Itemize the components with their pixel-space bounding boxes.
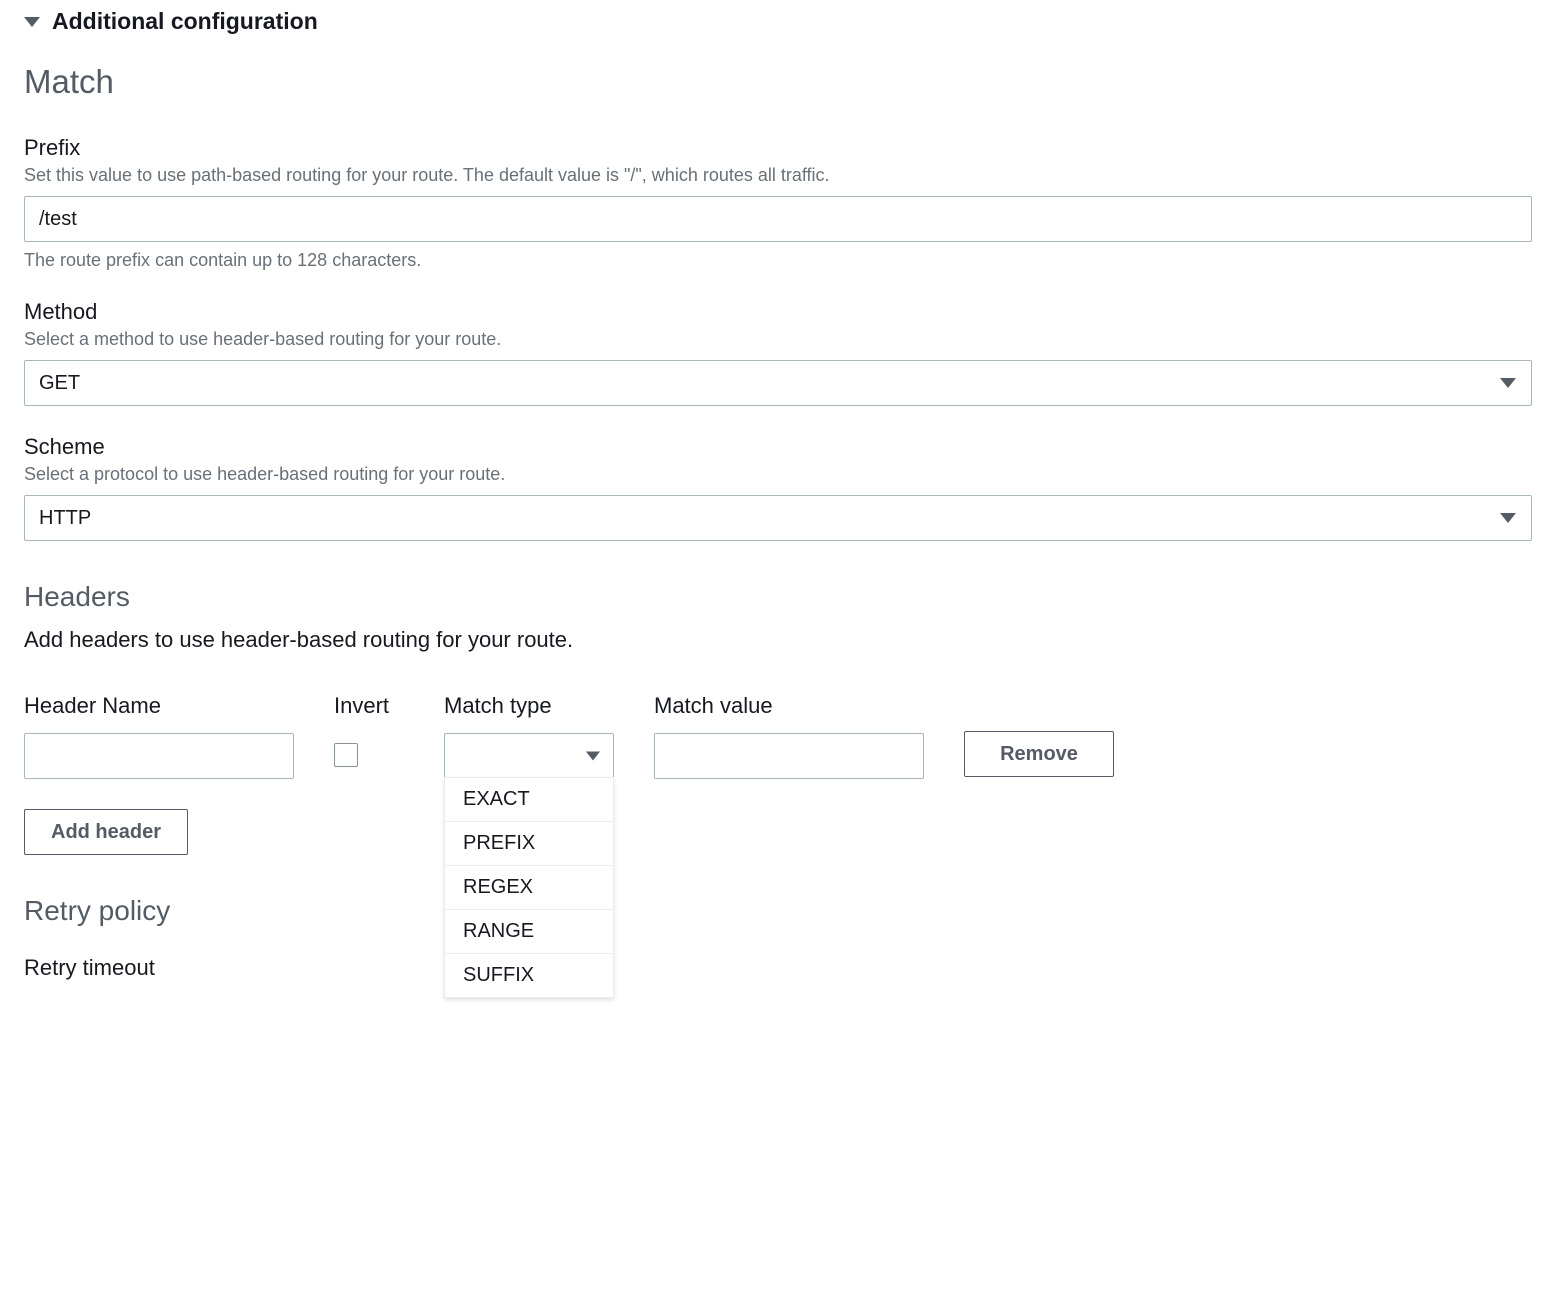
- prefix-input[interactable]: [24, 196, 1532, 242]
- method-select[interactable]: GET: [24, 360, 1532, 406]
- retry-policy-title: Retry policy: [24, 895, 1532, 927]
- add-header-button[interactable]: Add header: [24, 809, 188, 855]
- header-name-input[interactable]: [24, 733, 294, 779]
- scheme-label: Scheme: [24, 434, 1532, 460]
- scheme-select-value: HTTP: [39, 507, 91, 530]
- prefix-desc: Set this value to use path-based routing…: [24, 165, 1532, 186]
- prefix-label: Prefix: [24, 135, 1532, 161]
- match-type-option-regex[interactable]: REGEX: [445, 866, 613, 910]
- headers-section-title: Headers: [24, 581, 1532, 613]
- match-value-input[interactable]: [654, 733, 924, 779]
- method-select-value: GET: [39, 372, 80, 395]
- scheme-select[interactable]: HTTP: [24, 495, 1532, 541]
- remove-button[interactable]: Remove: [964, 731, 1114, 777]
- method-desc: Select a method to use header-based rout…: [24, 329, 1532, 350]
- headers-intro: Add headers to use header-based routing …: [24, 627, 1532, 653]
- match-type-dropdown: EXACT PREFIX REGEX RANGE SUFFIX: [444, 777, 614, 998]
- match-value-label: Match value: [654, 693, 924, 719]
- match-type-column: Match type EXACT PREFIX REGEX RANGE SUFF…: [444, 693, 614, 779]
- retry-timeout-label: Retry timeout: [24, 955, 1532, 981]
- method-field-block: Method Select a method to use header-bas…: [24, 299, 1532, 406]
- match-value-column: Match value: [654, 693, 924, 779]
- remove-column: Remove: [964, 693, 1114, 777]
- chevron-down-icon: [24, 17, 40, 27]
- header-name-label: Header Name: [24, 693, 294, 719]
- match-type-option-suffix[interactable]: SUFFIX: [445, 954, 613, 997]
- match-type-option-exact[interactable]: EXACT: [445, 778, 613, 822]
- headers-row: Header Name Invert Match type EXACT PREF…: [24, 693, 1532, 779]
- invert-label: Invert: [334, 693, 404, 719]
- header-name-column: Header Name: [24, 693, 294, 779]
- match-type-label: Match type: [444, 693, 614, 719]
- prefix-field-block: Prefix Set this value to use path-based …: [24, 135, 1532, 271]
- invert-checkbox[interactable]: [334, 743, 358, 767]
- match-type-select[interactable]: [444, 733, 614, 779]
- additional-configuration-toggle[interactable]: Additional configuration: [24, 8, 1532, 35]
- match-section-title: Match: [24, 63, 1532, 101]
- match-type-option-range[interactable]: RANGE: [445, 910, 613, 954]
- match-type-option-prefix[interactable]: PREFIX: [445, 822, 613, 866]
- scheme-desc: Select a protocol to use header-based ro…: [24, 464, 1532, 485]
- scheme-field-block: Scheme Select a protocol to use header-b…: [24, 434, 1532, 541]
- method-label: Method: [24, 299, 1532, 325]
- prefix-constraint: The route prefix can contain up to 128 c…: [24, 250, 1532, 271]
- additional-configuration-title: Additional configuration: [52, 8, 318, 35]
- invert-column: Invert: [334, 693, 404, 767]
